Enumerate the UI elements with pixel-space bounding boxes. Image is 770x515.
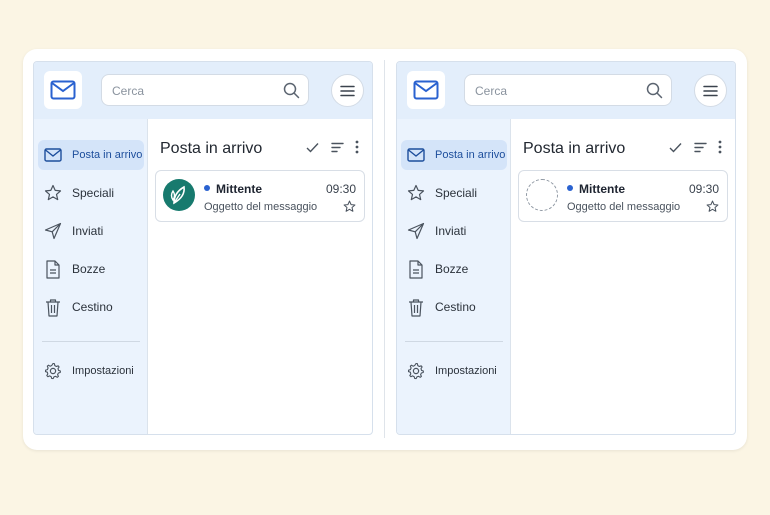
page-title: Posta in arrivo bbox=[523, 140, 626, 157]
send-icon bbox=[406, 221, 426, 241]
mail-app-panel-right: Cerca Posta in arrivo Speciali Inviati B… bbox=[396, 61, 736, 435]
sidebar-item-label: Bozze bbox=[72, 262, 106, 276]
star-icon bbox=[406, 183, 426, 203]
gear-icon bbox=[406, 361, 426, 381]
sidebar-item-settings[interactable]: Impostazioni bbox=[401, 356, 507, 386]
hamburger-icon bbox=[703, 85, 718, 96]
sidebar-divider bbox=[42, 341, 140, 342]
search-placeholder: Cerca bbox=[475, 84, 508, 98]
sidebar-item-label: Posta in arrivo bbox=[435, 149, 506, 161]
sort-icon[interactable] bbox=[694, 142, 707, 153]
sidebar-item-drafts[interactable]: Bozze bbox=[38, 254, 144, 284]
trash-icon bbox=[406, 297, 426, 317]
message-sender: Mittente bbox=[216, 182, 262, 196]
search-placeholder: Cerca bbox=[112, 84, 145, 98]
trash-icon bbox=[43, 297, 63, 317]
sidebar: Posta in arrivo Speciali Inviati Bozze C… bbox=[34, 119, 148, 434]
unread-dot bbox=[204, 185, 210, 191]
more-vert-icon[interactable] bbox=[718, 140, 722, 154]
send-icon bbox=[43, 221, 63, 241]
app-logo[interactable] bbox=[44, 71, 82, 109]
leaf-avatar-icon bbox=[163, 179, 195, 211]
menu-button[interactable] bbox=[331, 74, 364, 107]
message-item[interactable]: Mittente 09:30 Oggetto del messaggio bbox=[155, 170, 365, 222]
check-icon[interactable] bbox=[669, 142, 682, 153]
sidebar-item-drafts[interactable]: Bozze bbox=[401, 254, 507, 284]
sidebar-item-label: Speciali bbox=[72, 186, 115, 200]
draft-icon bbox=[406, 259, 426, 279]
mail-app-panel-left: Cerca Posta in arrivo Speciali Inviati B… bbox=[33, 61, 373, 435]
mail-icon bbox=[43, 145, 63, 165]
star-icon[interactable] bbox=[706, 200, 719, 213]
sidebar-item-label: Inviati bbox=[72, 224, 104, 238]
top-bar: Cerca bbox=[397, 62, 735, 119]
draft-icon bbox=[43, 259, 63, 279]
message-subject: Oggetto del messaggio bbox=[567, 201, 681, 213]
sort-icon[interactable] bbox=[331, 142, 344, 153]
message-sender: Mittente bbox=[579, 182, 625, 196]
empty-avatar-placeholder bbox=[526, 179, 558, 211]
app-logo[interactable] bbox=[407, 71, 445, 109]
sidebar-item-trash[interactable]: Cestino bbox=[401, 292, 507, 322]
sidebar-item-sent[interactable]: Inviati bbox=[38, 216, 144, 246]
sidebar-divider bbox=[405, 341, 503, 342]
sidebar-item-label: Cestino bbox=[72, 300, 113, 314]
sidebar: Posta in arrivo Speciali Inviati Bozze C… bbox=[397, 119, 511, 434]
sidebar-item-inbox[interactable]: Posta in arrivo bbox=[38, 140, 144, 170]
sidebar-item-label: Cestino bbox=[435, 300, 476, 314]
sidebar-item-sent[interactable]: Inviati bbox=[401, 216, 507, 246]
sidebar-item-label: Inviati bbox=[435, 224, 467, 238]
sidebar-item-settings[interactable]: Impostazioni bbox=[38, 356, 144, 386]
sidebar-item-inbox[interactable]: Posta in arrivo bbox=[401, 140, 507, 170]
message-subject: Oggetto del messaggio bbox=[204, 201, 318, 213]
sidebar-item-label: Speciali bbox=[435, 186, 478, 200]
sidebar-item-starred[interactable]: Speciali bbox=[38, 178, 144, 208]
search-icon[interactable] bbox=[646, 82, 663, 99]
mail-logo-icon bbox=[50, 80, 76, 100]
message-time: 09:30 bbox=[688, 182, 719, 196]
sidebar-item-label: Bozze bbox=[435, 262, 469, 276]
mail-logo-icon bbox=[413, 80, 439, 100]
unread-dot bbox=[567, 185, 573, 191]
menu-button[interactable] bbox=[694, 74, 727, 107]
sidebar-item-label: Impostazioni bbox=[72, 365, 134, 377]
sidebar-item-trash[interactable]: Cestino bbox=[38, 292, 144, 322]
sidebar-item-starred[interactable]: Speciali bbox=[401, 178, 507, 208]
search-icon[interactable] bbox=[283, 82, 300, 99]
sidebar-item-label: Posta in arrivo bbox=[72, 149, 143, 161]
gear-icon bbox=[43, 361, 63, 381]
message-item[interactable]: Mittente 09:30 Oggetto del messaggio bbox=[518, 170, 728, 222]
more-vert-icon[interactable] bbox=[355, 140, 359, 154]
panel-divider bbox=[384, 60, 385, 438]
star-icon[interactable] bbox=[343, 200, 356, 213]
hamburger-icon bbox=[340, 85, 355, 96]
mail-icon bbox=[406, 145, 426, 165]
check-icon[interactable] bbox=[306, 142, 319, 153]
page-title: Posta in arrivo bbox=[160, 140, 263, 157]
search-input[interactable]: Cerca bbox=[101, 74, 309, 106]
sidebar-item-label: Impostazioni bbox=[435, 365, 497, 377]
message-time: 09:30 bbox=[325, 182, 356, 196]
search-input[interactable]: Cerca bbox=[464, 74, 672, 106]
star-icon bbox=[43, 183, 63, 203]
top-bar: Cerca bbox=[34, 62, 372, 119]
